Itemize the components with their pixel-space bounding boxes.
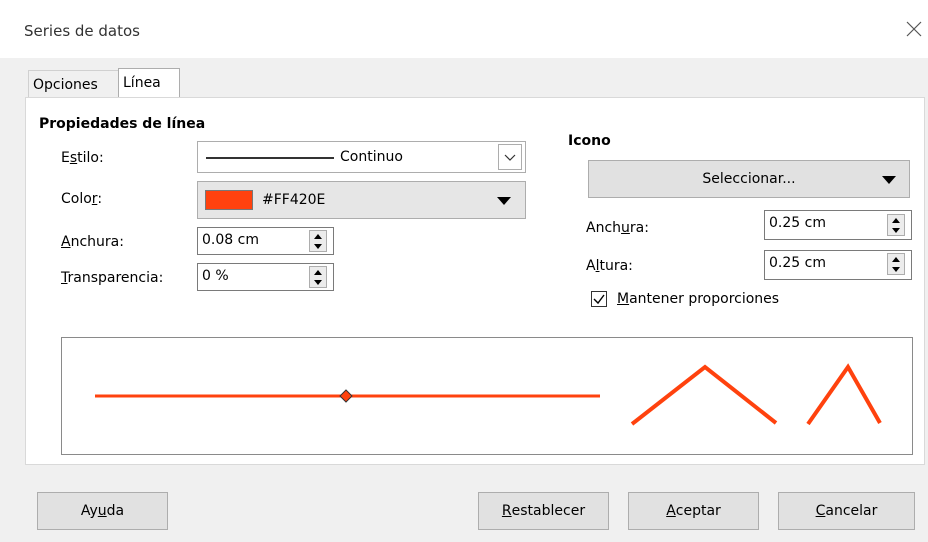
icon-select-button[interactable]: Seleccionar... (588, 160, 910, 198)
tab-label: Línea (123, 75, 161, 91)
increment-icon[interactable] (310, 231, 326, 241)
style-value: Continuo (340, 149, 403, 165)
keep-ratio-checkbox[interactable] (591, 291, 607, 307)
preview-line-peak-narrow (806, 363, 882, 426)
color-swatch (205, 190, 253, 210)
check-icon (593, 294, 605, 305)
decrement-icon[interactable] (888, 264, 904, 274)
preview-canvas (95, 363, 882, 426)
color-value: #FF420E (262, 192, 326, 208)
tab-opciones[interactable]: Opciones (28, 70, 122, 98)
transparency-value: 0 % (202, 268, 229, 284)
window-title: Series de datos (24, 22, 141, 40)
dropdown-arrow-icon (882, 176, 896, 184)
increment-icon[interactable] (310, 267, 326, 277)
color-select[interactable]: #FF420E (197, 181, 526, 219)
dropdown-arrow-icon (497, 197, 511, 205)
preview-marker-diamond (339, 389, 353, 403)
icon-width-value: 0.25 cm (769, 215, 826, 231)
style-label: Estilo: (61, 150, 104, 166)
width-value: 0.08 cm (202, 232, 259, 248)
icon-width-label: Anchura: (586, 220, 649, 236)
chevron-down-icon[interactable] (498, 144, 522, 170)
line-preview (61, 337, 913, 455)
width-stepper[interactable] (309, 230, 327, 252)
ok-button[interactable]: Aceptar (628, 492, 759, 530)
tab-label: Opciones (33, 77, 98, 93)
icon-height-stepper[interactable] (887, 253, 905, 275)
icon-height-value: 0.25 cm (769, 255, 826, 271)
help-button[interactable]: Ay u da (37, 492, 168, 530)
icon-width-stepper[interactable] (887, 214, 905, 236)
close-icon[interactable] (904, 19, 924, 39)
keep-ratio-label[interactable]: Mantener proporciones (617, 291, 779, 307)
style-select[interactable]: Continuo (197, 141, 526, 173)
icon-height-label: Altura: (586, 258, 633, 274)
width-label: Anchura: (61, 234, 124, 250)
increment-icon[interactable] (888, 215, 904, 225)
icon-select-label: Seleccionar... (702, 171, 796, 187)
icon-section-title: Icono (568, 133, 611, 149)
reset-button[interactable]: Restablecer (478, 492, 609, 530)
cancel-button[interactable]: Cancelar (778, 492, 915, 530)
transparency-stepper[interactable] (309, 266, 327, 288)
decrement-icon[interactable] (888, 225, 904, 235)
line-style-sample (206, 157, 334, 159)
line-properties-title: Propiedades de línea (39, 116, 206, 132)
decrement-icon[interactable] (310, 277, 326, 287)
color-label: Color: (61, 191, 103, 207)
decrement-icon[interactable] (310, 241, 326, 251)
preview-line-peak-wide (630, 364, 778, 426)
increment-icon[interactable] (888, 254, 904, 264)
transparency-label: Transparencia: (61, 270, 164, 286)
tab-linea[interactable]: Línea (118, 68, 180, 98)
